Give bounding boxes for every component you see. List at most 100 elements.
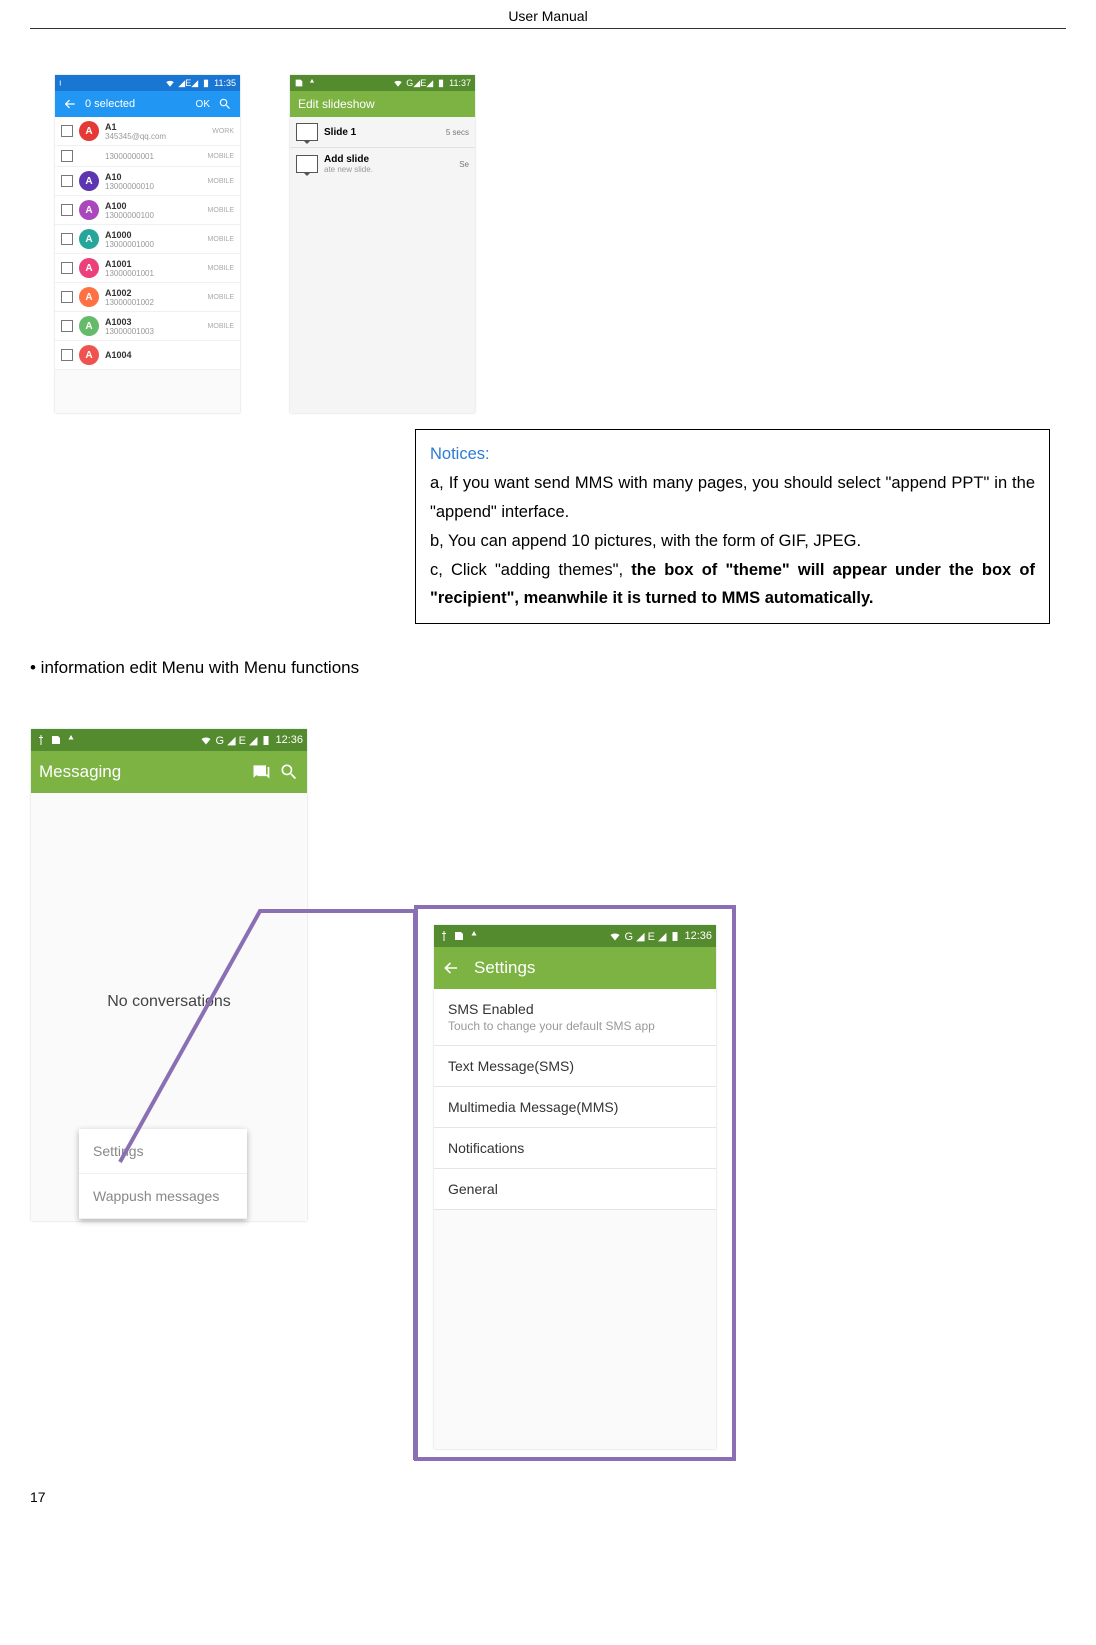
search-icon[interactable] [218, 97, 232, 111]
battery-icon [436, 78, 446, 88]
arrow-icon [307, 78, 317, 88]
contact-row[interactable]: AA1013000000010MOBILE [55, 167, 240, 196]
signal-label: G◢E◢ [406, 78, 433, 89]
slide-label: Slide 1 [324, 127, 440, 138]
settings-item-sub: Touch to change your default SMS app [448, 1019, 702, 1033]
screenshot-settings: G ◢ E ◢ 12:36 Settings SMS Enabled Touch … [434, 925, 716, 1449]
contact-detail: 13000001002 [105, 298, 202, 307]
wifi-icon [393, 78, 403, 88]
contact-row[interactable]: A A100213000001002 MOBILE [55, 283, 240, 312]
contact-name: A1003 [105, 317, 202, 327]
contact-type: MOBILE [208, 265, 234, 272]
status-time: 12:36 [684, 930, 712, 942]
contact-detail: 13000001001 [105, 269, 202, 278]
appbar-title: Settings [474, 958, 708, 978]
app-bar: Edit slideshow [290, 91, 475, 117]
status-time: 11:37 [449, 78, 471, 88]
avatar: A [79, 171, 99, 191]
sd-icon [50, 734, 62, 746]
selected-count: 0 selected [85, 98, 188, 110]
contact-detail: 13000000100 [105, 211, 202, 220]
contact-name: A100 [105, 201, 202, 211]
avatar: A [79, 345, 99, 365]
ok-button[interactable]: OK [196, 99, 210, 110]
contact-type: MOBILE [208, 236, 234, 243]
contact-row[interactable]: AA1345345@qq.comWORK [55, 117, 240, 146]
app-bar: Settings [434, 947, 716, 989]
screenshot-messaging: G ◢ E ◢ 12:36 Messaging No conversations… [31, 729, 307, 1221]
signal-label: G ◢ E ◢ [624, 930, 666, 943]
new-message-icon[interactable] [251, 762, 271, 782]
wifi-icon [200, 734, 212, 746]
bullet-text: • information edit Menu with Menu functi… [30, 658, 359, 678]
checkbox[interactable] [61, 262, 73, 274]
checkbox[interactable] [61, 175, 73, 187]
contact-row[interactable]: AA100313000001003MOBILE [55, 312, 240, 341]
contact-name: A1002 [105, 288, 202, 298]
checkbox[interactable] [61, 125, 73, 137]
search-icon[interactable] [279, 762, 299, 782]
back-icon[interactable] [63, 97, 77, 111]
avatar: A [79, 229, 99, 249]
contact-row[interactable]: A A100013000001000 MOBILE [55, 225, 240, 254]
settings-item-title: Notifications [448, 1140, 702, 1156]
slide-icon [296, 155, 318, 173]
battery-icon [59, 78, 69, 88]
settings-item[interactable]: Text Message(SMS) [434, 1046, 716, 1087]
add-slide-item[interactable]: Add slide ate new slide. Se [290, 148, 475, 180]
checkbox[interactable] [61, 320, 73, 332]
sd-icon [453, 930, 465, 942]
settings-item[interactable]: SMS Enabled Touch to change your default … [434, 989, 716, 1046]
contact-name: A1000 [105, 230, 202, 240]
menu-item-settings[interactable]: Settings [79, 1129, 247, 1174]
slide-item[interactable]: Slide 1 5 secs [290, 117, 475, 148]
contact-name: A10 [105, 172, 202, 182]
avatar: A [79, 121, 99, 141]
contact-type: MOBILE [208, 153, 234, 160]
wifi-icon [165, 78, 175, 88]
checkbox[interactable] [61, 349, 73, 361]
notices-line-c: c, Click "adding themes", the box of "th… [430, 556, 1035, 614]
status-bar: G◢E◢ 11:37 [290, 75, 475, 91]
contact-detail: 13000001000 [105, 240, 202, 249]
add-slide-sub: ate new slide. [324, 165, 453, 174]
usb-icon [438, 930, 450, 942]
contact-type: MOBILE [208, 207, 234, 214]
contact-type: MOBILE [208, 294, 234, 301]
settings-item[interactable]: General [434, 1169, 716, 1210]
checkbox[interactable] [61, 150, 73, 162]
battery-icon [201, 78, 211, 88]
contact-row[interactable]: AA1004 [55, 341, 240, 370]
avatar: A [79, 287, 99, 307]
screenshot-slideshow: G◢E◢ 11:37 Edit slideshow Slide 1 5 secs… [290, 75, 475, 413]
signal-label: ◢E◢ [178, 78, 198, 89]
contact-type: MOBILE [208, 178, 234, 185]
slide-icon [296, 123, 318, 141]
app-bar: Messaging [31, 751, 307, 793]
contact-row[interactable]: 13000000001 MOBILE [55, 146, 240, 167]
settings-item[interactable]: Multimedia Message(MMS) [434, 1087, 716, 1128]
arrow-icon [65, 734, 77, 746]
contact-row[interactable]: AA100113000001001MOBILE [55, 254, 240, 283]
checkbox[interactable] [61, 291, 73, 303]
settings-item[interactable]: Notifications [434, 1128, 716, 1169]
screenshot-contacts: ◢E◢ 11:35 0 selected OK A A1345345@qq.com… [55, 75, 240, 413]
status-time: 11:35 [214, 78, 236, 88]
add-slide-right: Se [459, 160, 469, 169]
notices-title: Notices: [430, 440, 1035, 469]
battery-icon [669, 930, 681, 942]
contact-name: A1 [105, 122, 206, 132]
status-time: 12:36 [275, 734, 303, 746]
settings-item-title: SMS Enabled [448, 1001, 702, 1017]
menu-item-wappush[interactable]: Wappush messages [79, 1174, 247, 1219]
contact-detail: 345345@qq.com [105, 132, 206, 141]
checkbox[interactable] [61, 204, 73, 216]
arrow-icon [468, 930, 480, 942]
contact-row[interactable]: AA10013000000100MOBILE [55, 196, 240, 225]
checkbox[interactable] [61, 233, 73, 245]
usb-icon [35, 734, 47, 746]
signal-label: G ◢ E ◢ [215, 734, 257, 747]
settings-item-title: Multimedia Message(MMS) [448, 1099, 702, 1115]
back-icon[interactable] [442, 959, 460, 977]
contact-detail: 13000000001 [105, 152, 202, 161]
